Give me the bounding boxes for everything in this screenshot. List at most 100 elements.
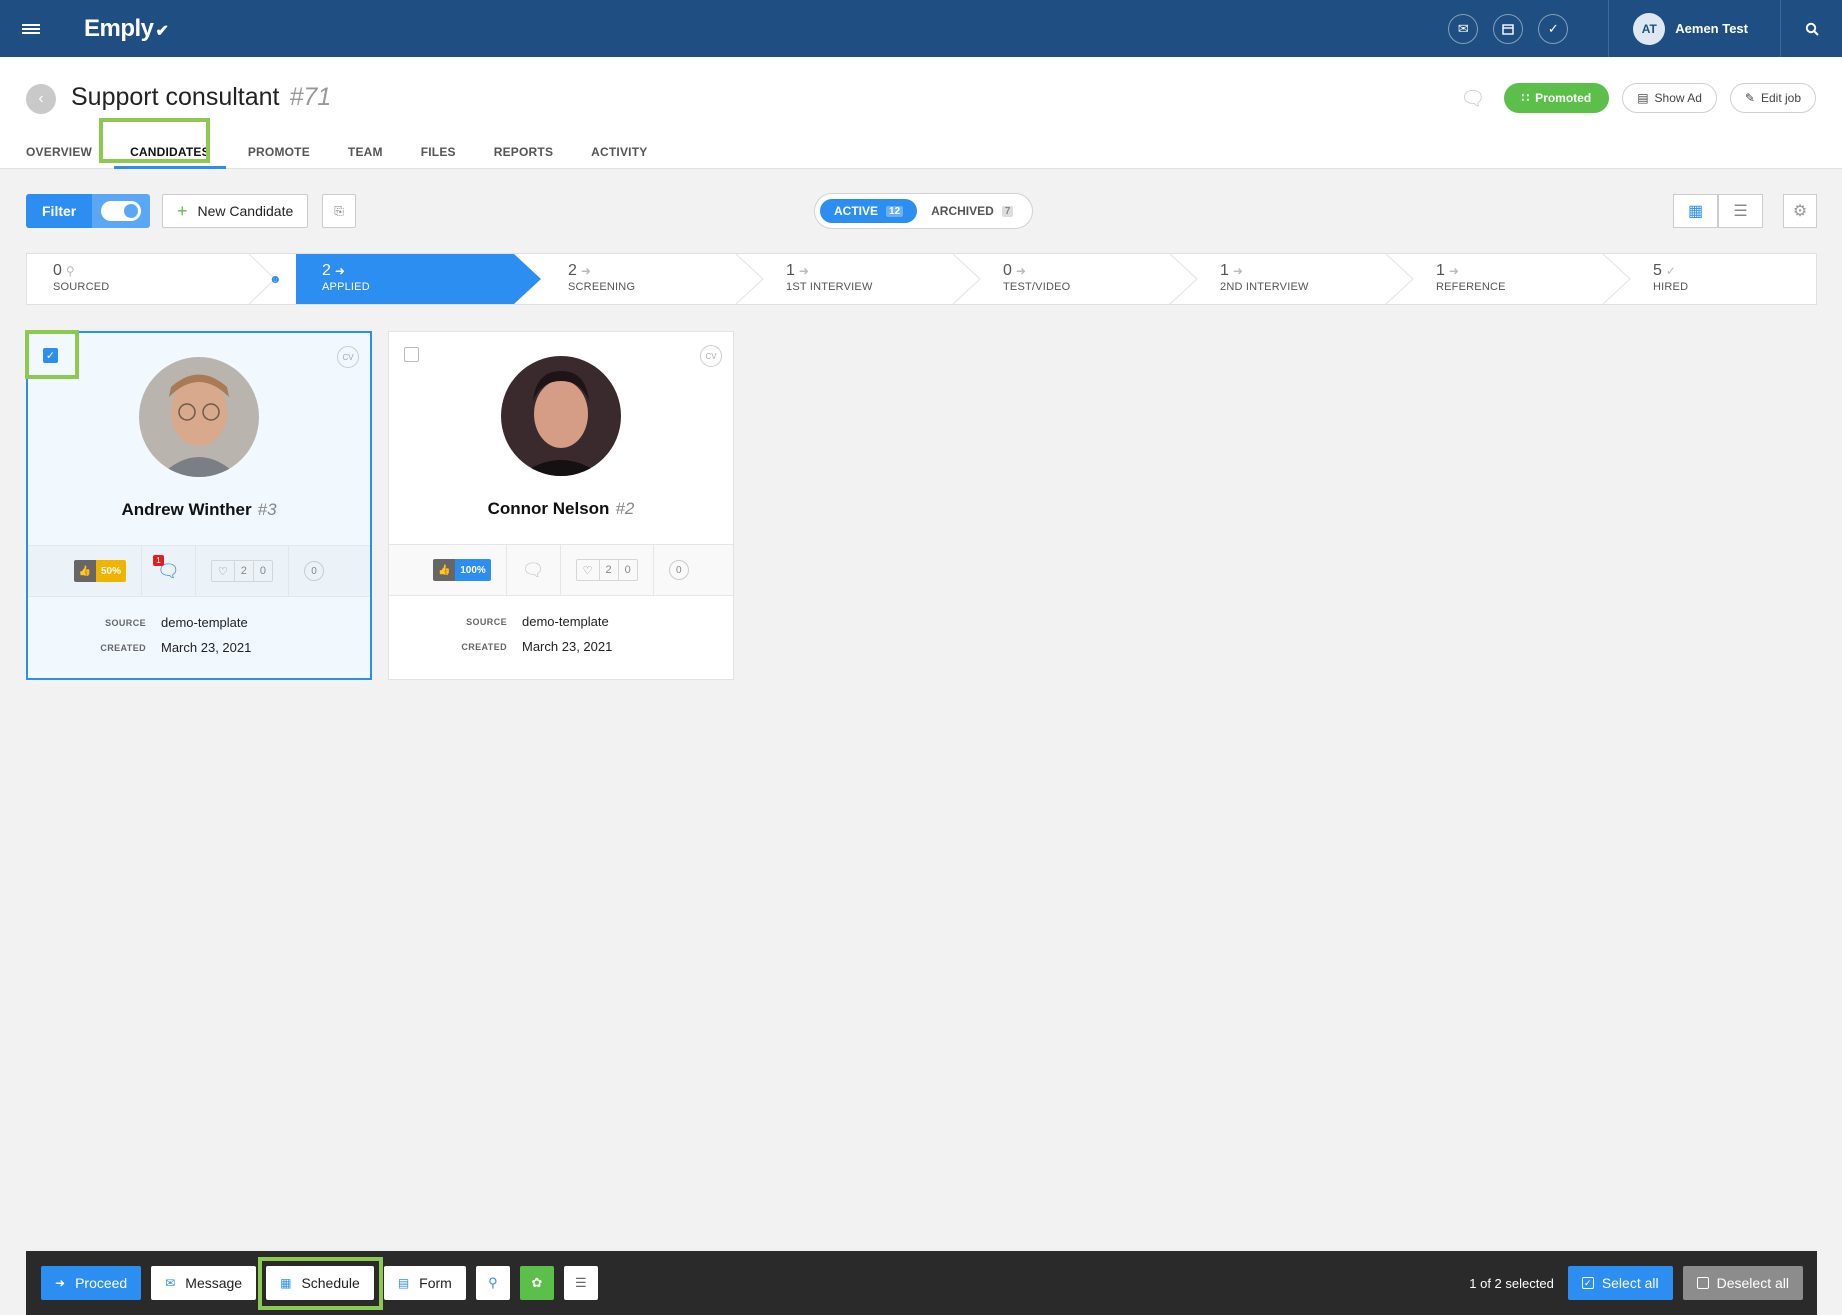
- arrow-right-icon: ➜: [55, 1276, 66, 1290]
- rating-badge[interactable]: 👍 50%: [74, 560, 127, 582]
- arrow-right-icon: ➜: [1232, 264, 1243, 278]
- archived-count: 7: [1001, 205, 1014, 217]
- tab-promote[interactable]: PROMOTE: [248, 135, 310, 169]
- integration-icon[interactable]: ✿: [519, 1266, 554, 1300]
- messages-icon[interactable]: 🗨 1: [153, 554, 180, 582]
- pencil-icon: ✎: [1744, 91, 1755, 105]
- tab-overview[interactable]: OVERVIEW: [26, 135, 92, 169]
- checkbox-empty-icon: [1696, 1277, 1709, 1289]
- stage-screening[interactable]: 2 ➜ SCREENING: [542, 254, 742, 304]
- tab-files[interactable]: FILES: [421, 135, 456, 169]
- form-button[interactable]: ▤ Form: [383, 1266, 466, 1300]
- app-logo[interactable]: Emply ✔: [84, 15, 169, 43]
- more-menu-icon[interactable]: ☰: [563, 1266, 598, 1300]
- form-icon: ▤: [397, 1276, 410, 1290]
- search-icon[interactable]: [1780, 0, 1842, 57]
- stage-hired[interactable]: 5 ✓ HIRED: [1627, 254, 1807, 304]
- thumbs-up-icon: 👍: [433, 559, 456, 581]
- candidate-photo: [501, 356, 621, 476]
- arrow-right-icon: ➜: [334, 264, 345, 278]
- count-badge: 0: [304, 561, 324, 581]
- envelope-icon[interactable]: ✉: [1448, 13, 1479, 44]
- candidate-checkbox[interactable]: [404, 347, 419, 362]
- pipeline-stages: 0 ⚲ SOURCED ☻ 2 ➜ APPLIED 2 ➜ SCREENING 1 ➜ …: [26, 253, 1817, 305]
- stage-applied[interactable]: 2 ➜ APPLIED: [296, 254, 536, 304]
- candidate-name[interactable]: Andrew Winther #3: [28, 500, 370, 520]
- tab-team[interactable]: TEAM: [348, 135, 383, 169]
- user-name: Aemen Test: [1675, 21, 1748, 36]
- select-all-button[interactable]: ✓ Select all: [1567, 1266, 1673, 1300]
- stage-2nd-interview[interactable]: 1 ➜ 2ND INTERVIEW: [1194, 254, 1394, 304]
- tab-activity[interactable]: ACTIVITY: [591, 135, 647, 169]
- list-view-icon[interactable]: ☰: [1718, 194, 1763, 228]
- heart-icon: ♡: [212, 561, 235, 581]
- user-menu[interactable]: AT Aemen Test: [1609, 12, 1780, 45]
- candidate-meta: SOURCE demo-template CREATED March 23, 202…: [100, 615, 252, 655]
- edit-job-button[interactable]: ✎ Edit job: [1729, 83, 1816, 113]
- candidate-card[interactable]: CV Connor Nelson #2 👍 100% 🗨 ♡ 2 0 0 SOURCE d…: [388, 331, 734, 680]
- archived-tab[interactable]: ARCHIVED 7: [917, 199, 1027, 223]
- cv-icon[interactable]: CV: [700, 345, 722, 367]
- chat-bubbles-icon[interactable]: 🗨: [1460, 86, 1485, 111]
- source-value: demo-template: [522, 614, 609, 629]
- grid-view-icon[interactable]: ▦: [1673, 194, 1718, 228]
- hamburger-menu-icon[interactable]: [0, 0, 62, 57]
- candidate-stats: 👍 100% 🗨 ♡ 2 0 0: [389, 544, 733, 596]
- top-navigation-bar: Emply ✔ ✉ ✓ AT Aemen Test: [0, 0, 1842, 57]
- export-icon[interactable]: ⎘: [322, 194, 356, 228]
- stage-reference[interactable]: 1 ➜ REFERENCE: [1410, 254, 1610, 304]
- tab-reports[interactable]: REPORTS: [494, 135, 553, 169]
- candidate-card[interactable]: ✓ CV Andrew Winther #3 👍 50% 🗨 1 ♡ 2 0 0 SOUR…: [26, 331, 372, 680]
- messages-icon[interactable]: 🗨: [522, 560, 545, 581]
- filter-toggle[interactable]: Filter: [26, 194, 151, 228]
- filter-label: Filter: [26, 194, 93, 228]
- candidate-meta: SOURCE demo-template CREATED March 23, 202…: [461, 614, 613, 654]
- calendar-icon[interactable]: [1493, 13, 1524, 44]
- back-arrow-icon[interactable]: ‹: [26, 84, 56, 114]
- heart-icon: ♡: [577, 560, 600, 580]
- people-icon[interactable]: ☻: [269, 272, 282, 286]
- checkbox-checked-icon: ✓: [1581, 1277, 1594, 1289]
- document-icon: ▤: [1637, 91, 1649, 105]
- new-candidate-button[interactable]: + New Candidate: [162, 194, 309, 228]
- stage-test-video[interactable]: 0 ➜ TEST/VIDEO: [977, 254, 1177, 304]
- message-count-badge: 1: [153, 554, 165, 566]
- candidate-photo: [139, 357, 259, 477]
- gear-icon[interactable]: ⚙: [1783, 194, 1817, 228]
- proceed-button[interactable]: ➜ Proceed: [41, 1266, 142, 1300]
- stage-sourced[interactable]: 0 ⚲ SOURCED: [27, 254, 267, 304]
- count-badge: 0: [668, 560, 689, 580]
- checkmark-icon[interactable]: ✓: [1538, 13, 1569, 44]
- stage-1st-interview[interactable]: 1 ➜ 1ST INTERVIEW: [760, 254, 960, 304]
- highlight-box: [258, 1257, 383, 1310]
- candidate-stats: 👍 50% 🗨 1 ♡ 2 0 0: [28, 545, 370, 597]
- created-value: March 23, 2021: [161, 640, 252, 655]
- deselect-all-button[interactable]: Deselect all: [1682, 1266, 1803, 1300]
- rss-icon: ∷: [1521, 91, 1530, 105]
- created-value: March 23, 2021: [522, 639, 613, 654]
- envelope-icon: ✉: [165, 1276, 176, 1290]
- check-icon: ✓: [1665, 264, 1676, 278]
- location-pin-icon[interactable]: ⚲: [475, 1266, 510, 1300]
- highlight-box: [99, 118, 210, 163]
- rating-badge[interactable]: 👍 100%: [433, 559, 491, 581]
- promoted-button[interactable]: ∷ Promoted: [1503, 83, 1610, 113]
- thumbs-up-icon: 👍: [74, 560, 96, 582]
- active-count: 12: [886, 205, 904, 217]
- message-button[interactable]: ✉ Message: [151, 1266, 257, 1300]
- plus-icon: +: [177, 200, 188, 221]
- likes-counter[interactable]: ♡ 2 0: [575, 559, 638, 581]
- job-header: ‹ Support consultant #71 🗨 ∷ Promoted ▤ Sho…: [0, 57, 1842, 169]
- show-ad-button[interactable]: ▤ Show Ad: [1622, 83, 1717, 113]
- active-tab[interactable]: ACTIVE 12: [820, 199, 918, 223]
- avatar: AT: [1633, 12, 1666, 45]
- candidate-name[interactable]: Connor Nelson #2: [389, 499, 733, 519]
- funnel-icon: [101, 201, 142, 221]
- source-value: demo-template: [161, 615, 248, 630]
- active-archived-switch: ACTIVE 12 ARCHIVED 7: [814, 193, 1034, 229]
- filter-switch[interactable]: [92, 194, 151, 228]
- cv-icon[interactable]: CV: [337, 346, 359, 368]
- magnifier-icon: ⚲: [65, 264, 75, 278]
- arrow-right-icon: ➜: [798, 264, 809, 278]
- likes-counter[interactable]: ♡ 2 0: [210, 560, 273, 582]
